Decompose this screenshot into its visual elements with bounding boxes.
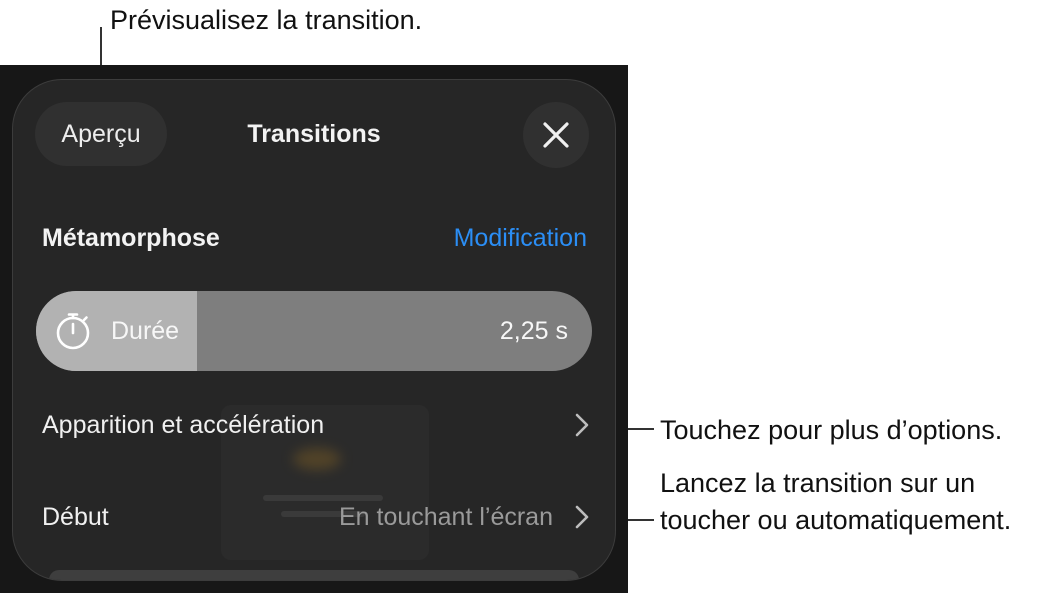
easing-label: Apparition et accélération [42,411,325,439]
duration-value: 2,25 s [499,317,568,345]
duration-slider[interactable]: Durée 2,25 s [36,291,592,371]
callout-start-line1: Lancez la transition sur un [660,468,976,498]
transition-name: Métamorphose [42,224,220,252]
bottom-sheet-edge [49,570,579,580]
chevron-right-icon [575,413,589,437]
chevron-right-icon [575,505,589,529]
timer-icon [56,313,90,350]
panel-title: Transitions [247,120,381,148]
callout-preview: Prévisualisez la transition. [110,5,423,35]
app-frame: Aperçu Transitions Métamorphose Modifica… [0,65,628,593]
start-value: En touchant l’écran [338,503,553,531]
callout-more-options: Touchez pour plus d’options. [660,415,1003,445]
close-icon [543,122,569,148]
duration-label: Durée [111,317,180,345]
edit-transition-link[interactable]: Modification [454,220,587,256]
start-row[interactable]: Début En touchant l’écran [13,482,615,552]
callout-start-line2: toucher ou automatiquement. [660,505,1012,535]
transitions-panel: Aperçu Transitions Métamorphose Modifica… [12,79,616,581]
preview-button[interactable]: Aperçu [35,102,167,166]
close-button[interactable] [523,102,589,168]
start-label: Début [42,503,109,531]
easing-row[interactable]: Apparition et accélération [13,390,615,460]
